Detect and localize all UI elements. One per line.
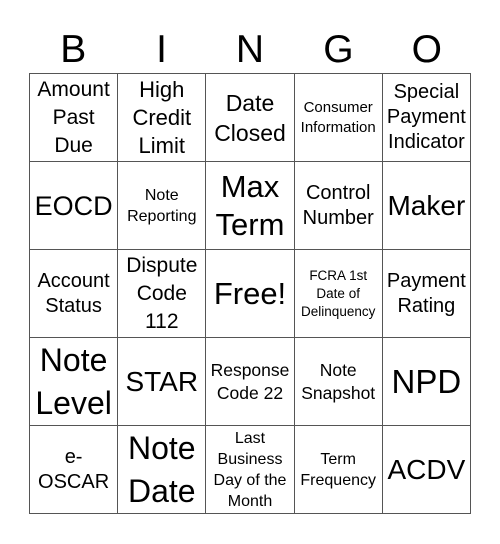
header-letter-i: I	[156, 28, 167, 71]
free-space-cell[interactable]: Free!	[206, 250, 295, 338]
cell-text: Dispute Code 112	[126, 253, 198, 333]
cell-text: Note Date	[127, 429, 196, 509]
cell-text: STAR	[125, 365, 199, 397]
bingo-cell[interactable]: Note Level	[30, 338, 119, 426]
bingo-cell[interactable]: Note Snapshot	[294, 338, 383, 426]
bingo-cell[interactable]: e- OSCAR	[30, 426, 119, 514]
bingo-cell[interactable]: Amount Past Due	[30, 74, 119, 162]
bingo-cell[interactable]: Max Term	[206, 162, 295, 250]
cell-text: Response Code 22	[210, 359, 290, 403]
bingo-cell[interactable]: Date Closed	[206, 74, 295, 162]
bingo-header: B I N G O	[29, 28, 471, 72]
cell-text: Note Snapshot	[301, 359, 376, 403]
cell-text: Consumer Information	[300, 98, 376, 136]
bingo-cell[interactable]: Control Number	[294, 162, 383, 250]
cell-text: FCRA 1st Date of Delinquency	[301, 267, 376, 319]
cell-text: High Credit Limit	[132, 76, 192, 158]
cell-text: Max Term	[215, 168, 285, 242]
bingo-cell[interactable]: Special Payment Indicator	[382, 74, 471, 162]
bingo-cell[interactable]: Last Business Day of the Month	[206, 426, 295, 514]
bingo-cell[interactable]: Account Status	[30, 250, 119, 338]
cell-text: Special Payment Indicator	[386, 81, 466, 153]
header-letter-o: O	[411, 28, 442, 71]
bingo-cell[interactable]: Dispute Code 112	[118, 250, 207, 338]
cell-text: NPD	[391, 363, 462, 400]
bingo-cell[interactable]: STAR	[118, 338, 207, 426]
header-letter-b: B	[60, 28, 87, 71]
cell-text: Note Reporting	[127, 186, 197, 225]
bingo-cell[interactable]: EOCD	[30, 162, 119, 250]
cell-text: Date Closed	[214, 89, 286, 146]
bingo-card-grid: Amount Past Due High Credit Limit Date C…	[29, 73, 471, 514]
bingo-cell[interactable]: ACDV	[382, 426, 471, 514]
cell-text: Control Number	[302, 181, 374, 229]
cell-text: Payment Rating	[386, 269, 466, 317]
cell-text: Maker	[387, 189, 466, 221]
bingo-cell[interactable]: FCRA 1st Date of Delinquency	[294, 250, 383, 338]
cell-text: ACDV	[387, 453, 466, 485]
bingo-cell[interactable]: Consumer Information	[294, 74, 383, 162]
bingo-cell[interactable]: Response Code 22	[206, 338, 295, 426]
bingo-cell[interactable]: Payment Rating	[382, 250, 471, 338]
cell-text: Note Level	[35, 341, 112, 421]
cell-text: Term Frequency	[300, 450, 376, 489]
cell-text: Last Business Day of the Month	[213, 429, 287, 510]
bingo-cell[interactable]: High Credit Limit	[118, 74, 207, 162]
cell-text: Amount Past Due	[37, 77, 110, 157]
bingo-cell[interactable]: Term Frequency	[294, 426, 383, 514]
bingo-cell[interactable]: Note Reporting	[118, 162, 207, 250]
bingo-cell[interactable]: Maker	[382, 162, 471, 250]
cell-text: e- OSCAR	[38, 445, 110, 493]
header-letter-g: G	[323, 28, 354, 71]
cell-text: Account Status	[37, 269, 110, 317]
header-letter-n: N	[235, 28, 265, 71]
bingo-cell[interactable]: NPD	[382, 338, 471, 426]
cell-text: EOCD	[34, 190, 113, 221]
bingo-cell[interactable]: Note Date	[118, 426, 207, 514]
free-space-text: Free!	[213, 275, 287, 311]
